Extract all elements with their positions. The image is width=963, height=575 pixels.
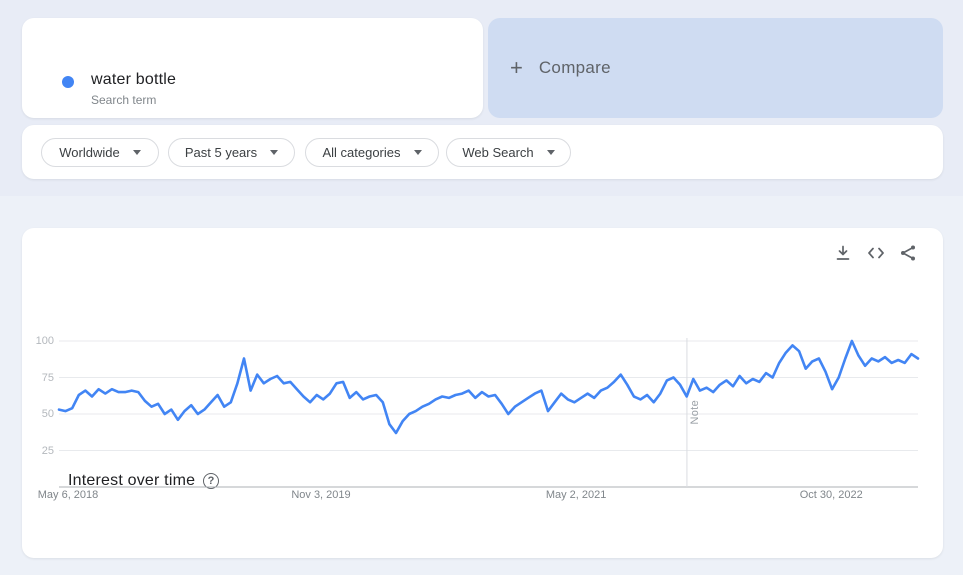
add-comparison-card[interactable]: + Compare (488, 18, 943, 118)
chart-title: Interest over time (68, 472, 196, 489)
interest-over-time-card: Interest over time ? (22, 228, 943, 558)
chevron-down-icon (132, 150, 141, 155)
x-axis-tick-label: Nov 3, 2019 (291, 489, 351, 501)
filter-search-type-dropdown[interactable]: Web Search (446, 138, 571, 167)
chevron-down-icon (270, 150, 279, 155)
y-axis-tick-label: 100 (35, 335, 54, 347)
chevron-down-icon (546, 150, 555, 155)
filter-category-label: All categories (322, 145, 401, 160)
filter-search-type-label: Web Search (462, 145, 534, 160)
help-icon[interactable]: ? (203, 473, 219, 489)
filter-region-dropdown[interactable]: Worldwide (41, 138, 159, 167)
series-color-dot-icon (62, 76, 74, 88)
embed-icon[interactable] (867, 244, 885, 262)
plus-icon: + (510, 55, 523, 80)
x-axis-tick-label: May 6, 2018 (37, 489, 99, 501)
search-term-text: water bottle (91, 71, 177, 88)
search-term-type-label: Search term (91, 93, 157, 107)
filter-time-dropdown[interactable]: Past 5 years (168, 138, 295, 167)
google-trends-explore-page: water bottle Search term + Compare World… (0, 0, 963, 575)
share-icon[interactable] (899, 244, 917, 262)
x-axis-tick-label: May 2, 2021 (545, 489, 607, 501)
download-icon[interactable] (834, 244, 852, 262)
y-axis-tick-label: 50 (41, 408, 54, 420)
filter-bar: Worldwide Past 5 years All categories We… (22, 125, 943, 179)
note-annotation-label: Note (688, 400, 701, 425)
filter-region-label: Worldwide (59, 145, 120, 160)
chevron-down-icon (413, 150, 422, 155)
compare-label: Compare (538, 58, 611, 77)
filter-time-label: Past 5 years (184, 145, 258, 160)
filter-category-dropdown[interactable]: All categories (305, 138, 439, 167)
x-axis-tick-label: Oct 30, 2022 (799, 489, 863, 501)
search-term-card[interactable]: water bottle Search term (22, 18, 483, 118)
y-axis-tick-label: 75 (41, 371, 54, 384)
y-axis-tick-label: 25 (41, 444, 54, 457)
